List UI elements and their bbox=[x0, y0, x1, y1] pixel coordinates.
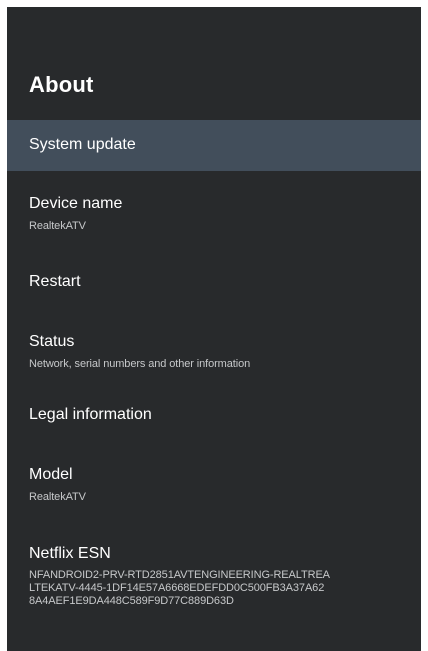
menu-item-status[interactable]: Status Network, serial numbers and other… bbox=[7, 332, 421, 374]
menu-item-subtitle: RealtekATV bbox=[29, 220, 86, 232]
menu-item-title: Model bbox=[29, 466, 73, 483]
menu-item-title: System update bbox=[29, 136, 136, 153]
menu-item-system-update[interactable]: System update bbox=[7, 120, 421, 171]
menu-item-legal-information[interactable]: Legal information bbox=[7, 405, 421, 435]
menu-item-title: Device name bbox=[29, 195, 123, 212]
about-settings-panel: About System update Device name RealtekA… bbox=[7, 7, 421, 651]
menu-item-model[interactable]: Model RealtekATV bbox=[7, 465, 421, 507]
menu-item-title: Status bbox=[29, 333, 75, 350]
menu-item-title: Restart bbox=[29, 273, 81, 290]
menu-item-subtitle: RealtekATV bbox=[29, 491, 86, 503]
menu-item-title: Netflix ESN bbox=[29, 545, 111, 562]
page-title: About bbox=[29, 72, 94, 97]
menu-item-subtitle: NFANDROID2-PRV-RTD2851AVTENGINEERING-REA… bbox=[29, 569, 330, 607]
menu-item-title: Legal information bbox=[29, 406, 152, 423]
menu-item-netflix-esn[interactable]: Netflix ESN NFANDROID2-PRV-RTD2851AVTENG… bbox=[7, 544, 421, 624]
menu-item-device-name[interactable]: Device name RealtekATV bbox=[7, 194, 421, 244]
menu-item-subtitle: Network, serial numbers and other inform… bbox=[29, 358, 251, 370]
menu-item-restart[interactable]: Restart bbox=[7, 272, 421, 302]
